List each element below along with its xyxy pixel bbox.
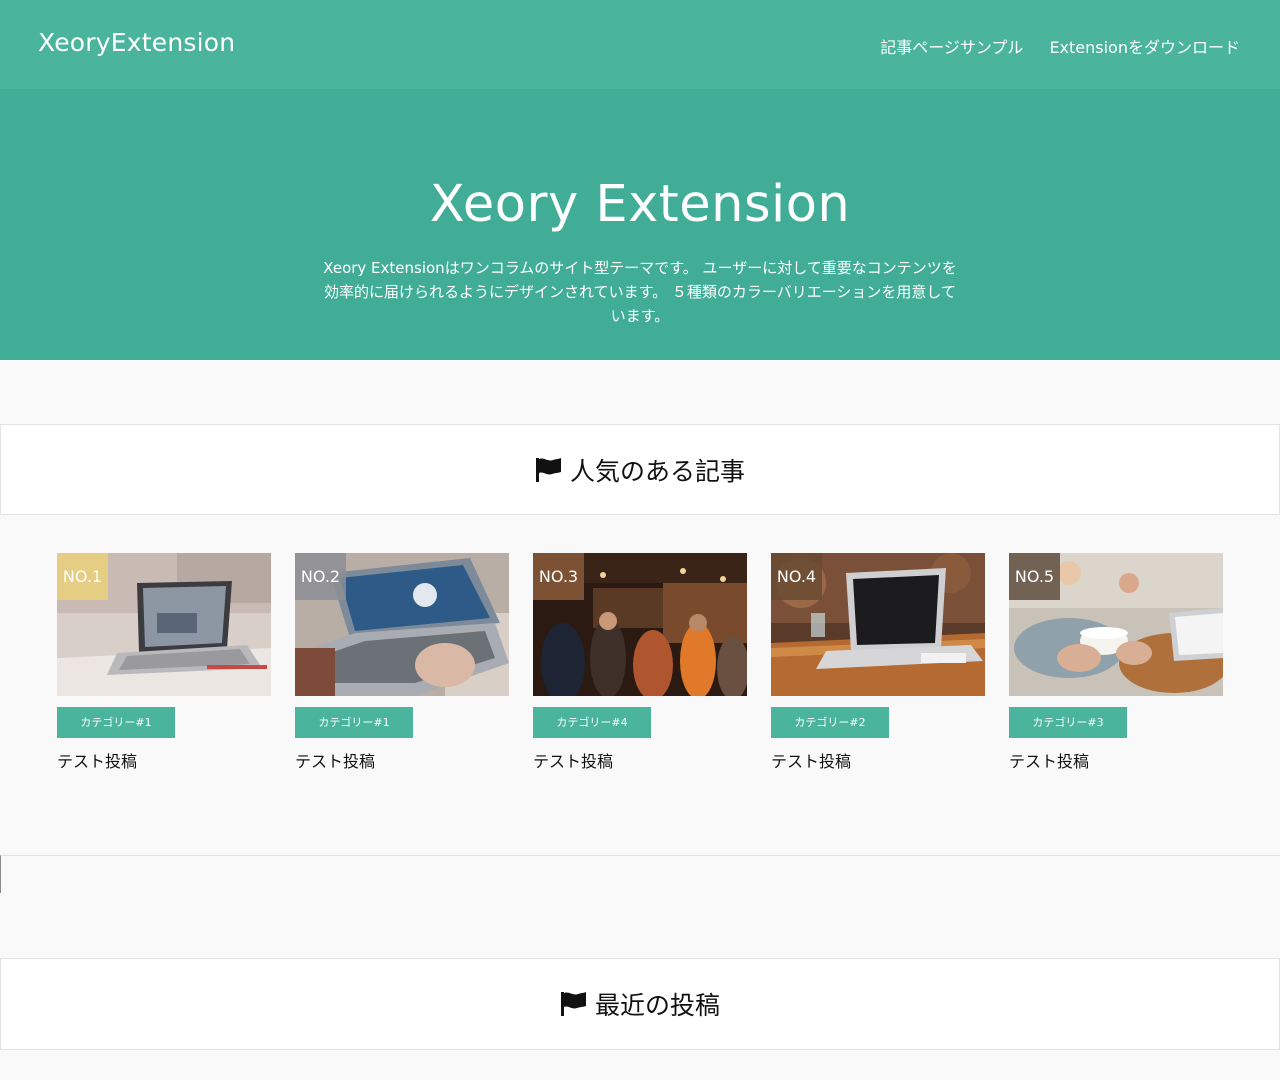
nav-item-download[interactable]: Extensionをダウンロード [1049, 34, 1240, 58]
rank-badge: NO.4 [771, 553, 822, 600]
section-divider [0, 855, 1280, 893]
category-tag[interactable]: カテゴリー#3 [1009, 707, 1127, 738]
recent-posts-heading-box: 最近の投稿 [0, 958, 1280, 1050]
popular-posts-heading-box: 人気のある記事 [0, 424, 1280, 515]
post-thumbnail[interactable]: NO.4 [771, 553, 985, 696]
category-tag[interactable]: カテゴリー#1 [295, 707, 413, 738]
flag-icon [560, 992, 586, 1016]
site-header: XeoryExtension 記事ページサンプル Extensionをダウンロー… [0, 0, 1280, 89]
main-nav: 記事ページサンプル Extensionをダウンロード [880, 34, 1240, 58]
site-logo[interactable]: XeoryExtension [38, 28, 235, 57]
hero-title: Xeory Extension [429, 175, 851, 234]
popular-post-card[interactable]: NO.5 カテゴリー#3 テスト投稿 [1009, 553, 1223, 772]
post-title[interactable]: テスト投稿 [1009, 748, 1223, 772]
popular-posts-list: NO.1 カテゴリー#1 テスト投稿 NO.2 カテゴリー#1 テスト投稿 NO… [57, 553, 1223, 772]
post-title[interactable]: テスト投稿 [57, 748, 271, 772]
category-tag[interactable]: カテゴリー#2 [771, 707, 889, 738]
category-tag[interactable]: カテゴリー#4 [533, 707, 651, 738]
flag-icon [535, 457, 561, 482]
post-title[interactable]: テスト投稿 [295, 748, 509, 772]
rank-badge: NO.5 [1009, 553, 1060, 600]
popular-post-card[interactable]: NO.3 カテゴリー#4 テスト投稿 [533, 553, 747, 772]
post-title[interactable]: テスト投稿 [533, 748, 747, 772]
post-title[interactable]: テスト投稿 [771, 748, 985, 772]
post-thumbnail[interactable]: NO.1 [57, 553, 271, 696]
rank-badge: NO.1 [57, 553, 108, 600]
post-thumbnail[interactable]: NO.5 [1009, 553, 1223, 696]
popular-posts-heading: 人気のある記事 [569, 456, 745, 486]
category-tag[interactable]: カテゴリー#1 [57, 707, 175, 738]
recent-posts-heading: 最近の投稿 [594, 991, 720, 1020]
hero-description: Xeory Extensionはワンコラムのサイト型テーマです。 ユーザーに対し… [323, 259, 957, 325]
rank-badge: NO.2 [295, 553, 346, 600]
popular-post-card[interactable]: NO.4 カテゴリー#2 テスト投稿 [771, 553, 985, 772]
popular-post-card[interactable]: NO.2 カテゴリー#1 テスト投稿 [295, 553, 509, 772]
post-thumbnail[interactable]: NO.3 [533, 553, 747, 696]
nav-item-article-sample[interactable]: 記事ページサンプル [880, 34, 1023, 58]
post-thumbnail[interactable]: NO.2 [295, 553, 509, 696]
hero: Xeory Extension Xeory Extensionはワンコラムのサイ… [0, 89, 1280, 360]
rank-badge: NO.3 [533, 553, 584, 600]
popular-post-card[interactable]: NO.1 カテゴリー#1 テスト投稿 [57, 553, 271, 772]
